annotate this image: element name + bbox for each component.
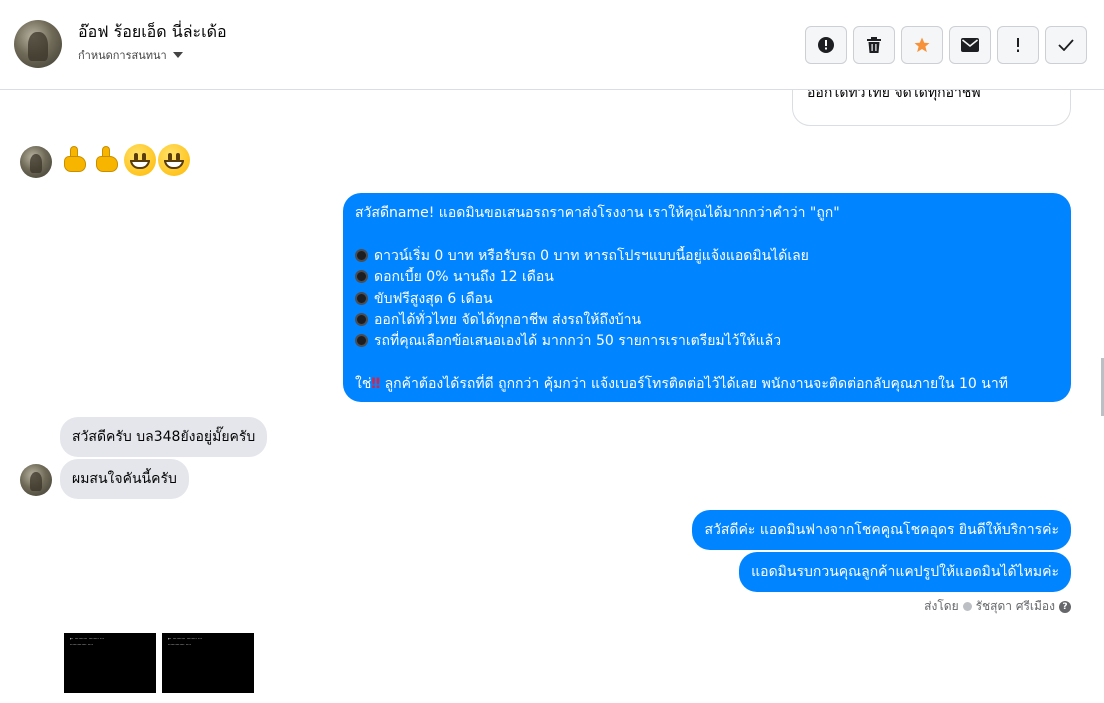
image-attachment[interactable]: ← ·········· ········ ··· ············· ·… <box>162 633 254 693</box>
star-button[interactable] <box>901 26 943 64</box>
report-button[interactable] <box>805 26 847 64</box>
promo-closing: ลูกค้าต้องได้รถที่ดี ถูกกว่า คุ้มกว่า แจ… <box>384 376 1008 393</box>
promo-greeting: สวัสดีname! แอดมินขอเสนอรถราคาส่งโรงงาน … <box>355 205 840 221</box>
help-icon[interactable]: ? <box>1059 600 1071 613</box>
mark-unread-button[interactable] <box>949 26 991 64</box>
agent-avatar-icon <box>962 602 972 611</box>
promo-closing-prefix: ใช่ <box>355 376 372 393</box>
action-toolbar <box>805 26 1087 64</box>
exclamation-icon <box>1017 38 1019 52</box>
incoming-message: ผมสนใจคันนี้ครับ <box>60 459 189 499</box>
bullet-icon <box>355 248 368 262</box>
outgoing-message-previous: ออกได้ทั่วไทย จัดได้ทุกอาชีพ <box>792 90 1071 126</box>
star-icon <box>914 37 930 53</box>
done-button[interactable] <box>1045 26 1087 64</box>
attachment-preview-text: ← ·········· ········ ··· ············· ·… <box>70 636 104 647</box>
sender-avatar[interactable] <box>20 464 52 496</box>
sent-by-name[interactable]: รัชสุดา ศรีเมือง <box>976 597 1055 616</box>
contact-avatar[interactable] <box>14 20 62 68</box>
schedule-label: กำหนดการสนทนา <box>78 49 167 62</box>
grinning-face-emoji-icon <box>124 144 156 176</box>
trash-icon <box>867 37 881 53</box>
incoming-message: สวัสดีครับ บล348ยังอยู่มั๊ยครับ <box>60 417 268 457</box>
contact-name[interactable]: อ๊อฟ ร้อยเอ็ด นี่ล่ะเด้อ <box>78 20 227 45</box>
envelope-icon <box>961 38 979 52</box>
bullet-icon <box>355 312 368 326</box>
outgoing-message: สวัสดีค่ะ แอดมินฟางจากโชคคูณโชคอุดร ยินด… <box>692 510 1071 550</box>
flag-button[interactable] <box>997 26 1039 64</box>
sender-avatar[interactable] <box>20 146 52 178</box>
check-icon <box>1058 39 1074 51</box>
thumbs-up-emoji-icon <box>92 144 122 174</box>
grinning-face-emoji-icon <box>158 144 190 176</box>
message-text: ออกได้ทั่วไทย จัดได้ทุกอาชีพ <box>807 90 981 101</box>
message-thread[interactable]: ออกได้ทั่วไทย จัดได้ทุกอาชีพ สวัสดีname!… <box>0 90 1104 703</box>
image-attachment[interactable]: ← ·········· ········ ··· ············· ·… <box>64 633 156 693</box>
bullet-icon <box>355 270 368 284</box>
bullet-icon <box>355 334 368 348</box>
promo-bullet: ดาวน์เริ่ม 0 บาท หรือรับรถ 0 บาท หารถโปร… <box>374 247 809 264</box>
delete-button[interactable] <box>853 26 895 64</box>
message-text: แอดมินรบกวนคุณลูกค้าแคปรูปให้แอดมินได้ไห… <box>751 564 1059 580</box>
message-text: ผมสนใจคันนี้ครับ <box>72 471 177 487</box>
bullet-icon <box>355 291 368 305</box>
schedule-dropdown[interactable]: กำหนดการสนทนา <box>78 46 183 64</box>
sent-by-label: ส่งโดย <box>924 599 959 613</box>
conversation-header: อ๊อฟ ร้อยเอ็ด นี่ล่ะเด้อ กำหนดการสนทนา <box>0 0 1104 90</box>
double-exclamation-icon: ‼ <box>371 376 381 393</box>
outgoing-promo-message: สวัสดีname! แอดมินขอเสนอรถราคาส่งโรงงาน … <box>343 193 1071 402</box>
caret-down-icon <box>172 52 183 58</box>
emoji-message <box>60 144 190 176</box>
promo-bullet: ขับฟรีสูงสุด 6 เดือน <box>374 290 493 307</box>
promo-bullet: ดอกเบี้ย 0% นานถึง 12 เดือน <box>374 269 554 286</box>
outgoing-message: แอดมินรบกวนคุณลูกค้าแคปรูปให้แอดมินได้ไห… <box>739 552 1071 592</box>
message-text: สวัสดีครับ บล348ยังอยู่มั๊ยครับ <box>72 429 256 445</box>
attachment-preview-text: ← ·········· ········ ··· ············· ·… <box>168 636 202 647</box>
alert-circle-icon <box>818 37 834 53</box>
promo-bullet: ออกได้ทั่วไทย จัดได้ทุกอาชีพ ส่งรถให้ถึง… <box>374 311 642 328</box>
promo-bullet: รถที่คุณเลือกข้อเสนอเองได้ มากกว่า 50 รา… <box>374 333 782 350</box>
thumbs-up-emoji-icon <box>60 144 90 174</box>
sent-by-info: ส่งโดย รัชสุดา ศรีเมือง ? <box>924 597 1071 616</box>
message-text: สวัสดีค่ะ แอดมินฟางจากโชคคูณโชคอุดร ยินด… <box>704 522 1059 538</box>
